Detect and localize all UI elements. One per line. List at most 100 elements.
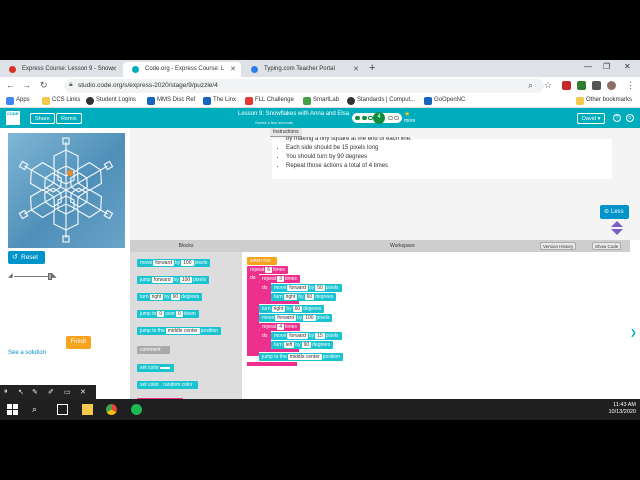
- maximize-icon[interactable]: ❐: [603, 62, 610, 71]
- extension-icon[interactable]: [562, 81, 571, 90]
- number-field[interactable]: 15: [315, 333, 325, 339]
- new-tab-icon[interactable]: +: [369, 62, 375, 74]
- move-forward-block[interactable]: move forward by 15 pixels: [271, 332, 342, 340]
- toolbox-jump-block[interactable]: jump forward by 100 pixels: [137, 276, 209, 284]
- toolbox-set-color-block[interactable]: set color: [137, 364, 174, 372]
- dropdown-field[interactable]: forward: [287, 285, 308, 291]
- bookmark-student-logins[interactable]: Student Logins: [86, 97, 136, 105]
- square-repeat-block[interactable]: repeat 4 times: [259, 323, 300, 331]
- windows-start-icon[interactable]: [7, 404, 18, 415]
- dropdown-field[interactable]: forward: [153, 260, 174, 266]
- move-forward-block[interactable]: move forward by 50 pixels: [271, 284, 342, 292]
- task-view-icon[interactable]: [57, 404, 68, 415]
- dropdown-field[interactable]: left: [283, 342, 295, 348]
- bookmark-standards[interactable]: Standards | Comput...: [347, 97, 415, 105]
- number-field[interactable]: 50: [315, 285, 325, 291]
- eraser-icon[interactable]: ▭: [64, 388, 71, 396]
- progress-dot[interactable]: [355, 116, 360, 120]
- tab-express-course[interactable]: Express Course: Lesson 9 - Snow ✕: [0, 62, 122, 77]
- pointer-icon[interactable]: ↖: [18, 388, 24, 396]
- number-field[interactable]: 90: [170, 294, 181, 300]
- chrome-icon[interactable]: [106, 404, 117, 415]
- number-field[interactable]: 3: [277, 276, 284, 282]
- instructions-tab[interactable]: Instructions: [270, 128, 302, 137]
- dropdown-field[interactable]: right: [271, 306, 286, 312]
- dropdown-field[interactable]: forward: [275, 315, 296, 321]
- dropdown-field[interactable]: right: [283, 294, 298, 300]
- back-icon[interactable]: ←: [6, 80, 15, 90]
- close-icon[interactable]: ✕: [230, 65, 236, 73]
- toolbox-jump-to-block[interactable]: jump to 0 over 0 down: [137, 310, 199, 318]
- close-icon[interactable]: ✕: [111, 65, 117, 73]
- number-field[interactable]: 100: [181, 260, 194, 266]
- close-window-icon[interactable]: ✕: [624, 62, 631, 71]
- move-forward-block[interactable]: move forward by 100 pixels: [259, 314, 333, 322]
- version-history-button[interactable]: Version History: [540, 242, 577, 250]
- toolbox-move-block[interactable]: move forward by 100 pixels: [137, 259, 211, 267]
- bookmark-ccs-links[interactable]: CCS Links: [42, 97, 80, 105]
- pause-icon[interactable]: ⏸: [4, 388, 8, 396]
- turn-right-block[interactable]: turn right by 60 degrees: [271, 293, 337, 301]
- meet-icon[interactable]: [131, 404, 142, 415]
- search-icon[interactable]: ⌕: [528, 80, 533, 91]
- menu-icon[interactable]: ⋮: [626, 80, 635, 91]
- highlighter-icon[interactable]: ✐: [48, 388, 54, 396]
- user-menu-button[interactable]: David ▾: [577, 113, 606, 124]
- close-icon[interactable]: ✕: [80, 388, 86, 396]
- search-icon[interactable]: ⌕: [32, 404, 43, 415]
- current-puzzle[interactable]: 4: [373, 112, 385, 124]
- number-field[interactable]: 100: [303, 315, 316, 321]
- see-solution-link[interactable]: See a solution: [8, 350, 46, 356]
- slider-thumb[interactable]: [48, 273, 52, 280]
- number-field[interactable]: 60: [304, 294, 315, 300]
- dropdown-field[interactable]: forward: [151, 277, 173, 283]
- puzzle-icon[interactable]: [592, 81, 601, 90]
- outer-repeat-block[interactable]: repeat 6 times: [247, 266, 288, 274]
- number-field[interactable]: 0: [157, 311, 165, 317]
- blockly-workspace[interactable]: when run repeat 6 times do repeat 3 times do…: [242, 252, 630, 420]
- url-input[interactable]: 🔒︎ studio.code.org/s/express-2020/stage/…: [64, 79, 544, 93]
- pen-icon[interactable]: ✎: [32, 388, 38, 396]
- progress-dot[interactable]: [388, 116, 393, 120]
- speed-slider[interactable]: ◢ ◣: [8, 272, 57, 282]
- bookmark-apps[interactable]: Apps: [6, 97, 30, 105]
- dropdown-field[interactable]: forward: [287, 333, 308, 339]
- toolbox-set-random-color-block[interactable]: set color random color: [137, 381, 199, 389]
- scroll-up-icon[interactable]: [611, 221, 623, 227]
- remix-button[interactable]: Remix: [56, 113, 82, 124]
- bookmark-smartlab[interactable]: SmartLab: [303, 97, 339, 105]
- toolbox-jump-to-position-block[interactable]: jump to the middle center position: [137, 327, 221, 335]
- inner-repeat-block[interactable]: repeat 3 times: [259, 275, 300, 283]
- dropdown-field[interactable]: middle center: [165, 328, 200, 334]
- when-run-block[interactable]: when run: [247, 257, 277, 265]
- codeorg-logo[interactable]: CODE: [6, 111, 20, 125]
- turn-right-block[interactable]: turn right by 60 degrees: [259, 305, 325, 313]
- number-field[interactable]: 6: [265, 267, 272, 273]
- dropdown-field[interactable]: middle center: [287, 354, 322, 360]
- share-button[interactable]: Share: [30, 113, 55, 124]
- bookmark-goopennc[interactable]: GoOpenNC: [424, 97, 465, 105]
- bookmark-fll[interactable]: FLL Challenge: [245, 97, 294, 105]
- progress-dot[interactable]: [362, 116, 367, 120]
- forward-icon[interactable]: →: [22, 80, 31, 90]
- jump-to-position-block[interactable]: jump to the middle center position: [259, 353, 343, 361]
- profile-avatar[interactable]: [607, 81, 616, 90]
- finish-button[interactable]: Finish: [66, 336, 91, 349]
- expand-panel-icon[interactable]: ❯: [630, 328, 640, 338]
- more-badge[interactable]: ★ more: [404, 110, 415, 124]
- close-icon[interactable]: ✕: [353, 65, 359, 73]
- settings-icon[interactable]: ≡: [626, 114, 634, 122]
- bookmark-the-linx[interactable]: The Linx: [203, 97, 236, 105]
- show-code-button[interactable]: Show Code: [592, 242, 622, 250]
- toolbox-comment-block[interactable]: comment: [137, 346, 170, 354]
- reset-button[interactable]: ↺ Reset: [8, 251, 45, 264]
- number-field[interactable]: 0: [175, 311, 183, 317]
- number-field[interactable]: 90: [301, 342, 312, 348]
- extension-icon[interactable]: [577, 81, 586, 90]
- bookmark-other[interactable]: Other bookmarks: [576, 97, 632, 105]
- progress-dot[interactable]: [394, 116, 399, 120]
- color-swatch[interactable]: [159, 367, 170, 369]
- scroll-down-icon[interactable]: [611, 229, 623, 235]
- bookmark-mms-disc[interactable]: MMS Disc Ref: [147, 97, 195, 105]
- turn-left-block[interactable]: turn left by 90 degrees: [271, 341, 334, 349]
